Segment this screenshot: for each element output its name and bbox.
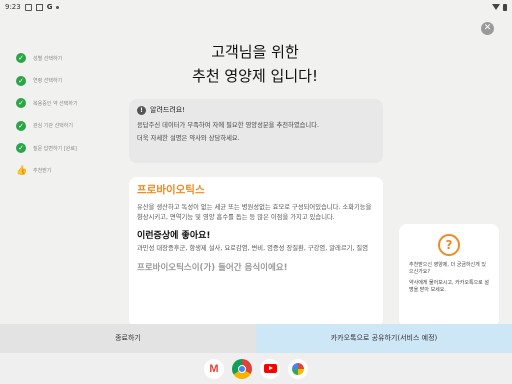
gmail-app[interactable]: M bbox=[204, 358, 224, 379]
gmail-icon: M bbox=[209, 362, 219, 375]
chrome-app[interactable] bbox=[232, 358, 252, 379]
close-icon: ✕ bbox=[483, 23, 492, 33]
step-label: 성별 선택하기 bbox=[33, 55, 63, 62]
question-icon: ? bbox=[438, 234, 460, 256]
supplement-name: 프로바이오틱스 bbox=[137, 184, 205, 196]
youtube-icon bbox=[263, 364, 277, 373]
alert-heading: 알려드려요! bbox=[150, 106, 186, 114]
alert-text-1: 응답주신 데이터가 부족하여 자에 필요한 영양성분을 추천하였습니다. bbox=[137, 122, 320, 129]
notification-icon bbox=[24, 3, 32, 11]
symptoms-text: 과민성 대장증후군, 항생제 설사, 요로감염, 변비, 염증성 장질환, 구강… bbox=[137, 245, 368, 252]
step-label: 추천받기 bbox=[33, 168, 52, 175]
check-icon: ✓ bbox=[16, 98, 26, 109]
supplement-description: 유산을 생산하고 독성이 없는 세균 또는 병원성없는 효모로 구성되어있습니다… bbox=[137, 204, 372, 221]
step-label: 관심 기관 선택하기 bbox=[33, 123, 73, 130]
step-label: 연령 선택하기 bbox=[33, 78, 63, 85]
photos-icon bbox=[292, 362, 304, 375]
step-medication: ✓ 복용중인 약 선택하기 bbox=[16, 92, 78, 115]
check-icon: ✓ bbox=[16, 75, 26, 86]
photos-app[interactable] bbox=[288, 358, 308, 379]
check-icon: ✓ bbox=[16, 120, 26, 131]
progress-steps: ✓ 성별 선택하기 ✓ 연령 선택하기 ✓ 복용중인 약 선택하기 ✓ 관심 기관 선택… bbox=[16, 47, 78, 182]
status-bar: 9:23 G bbox=[0, 0, 512, 14]
end-button[interactable]: 종료하기 bbox=[0, 324, 256, 353]
alert-box: ! 알려드려요! 응답주신 데이터가 부족하여 자에 필요한 영양성분을 추천하… bbox=[129, 99, 383, 163]
youtube-app[interactable] bbox=[260, 358, 280, 379]
step-recommend: 👍 추천받기 bbox=[16, 160, 78, 183]
chrome-icon bbox=[238, 364, 246, 373]
battery-icon bbox=[503, 3, 507, 11]
pharmacist-text-1: 추천받으신 영양제, 더 궁금하신게 있으신가요? bbox=[409, 262, 486, 275]
wifi-icon bbox=[492, 4, 500, 10]
kakao-share-button[interactable]: 카카오톡으로 공유하기(서비스 예정) bbox=[256, 324, 512, 353]
google-icon: G bbox=[46, 3, 53, 11]
symptoms-heading: 이런증상에 좋아요! bbox=[137, 231, 211, 241]
mail-icon bbox=[35, 3, 43, 11]
step-questions: ✓ 질문 답변하기 [완료] bbox=[16, 137, 78, 160]
page-title: 고객님을 위한 추천 영양제 입니다! bbox=[150, 40, 360, 88]
foods-heading: 프로바이오틱스이(가) 들어간 음식이에요! bbox=[137, 263, 288, 273]
thumbs-up-icon: 👍 bbox=[16, 165, 28, 176]
info-icon: ! bbox=[137, 105, 146, 115]
title-line-1: 고객님을 위한 bbox=[211, 43, 299, 61]
step-organ: ✓ 관심 기관 선택하기 bbox=[16, 115, 78, 138]
step-gender: ✓ 성별 선택하기 bbox=[16, 47, 78, 70]
step-age: ✓ 연령 선택하기 bbox=[16, 70, 78, 93]
more-dot-icon bbox=[56, 5, 60, 9]
title-line-2: 추천 영양제 입니다! bbox=[192, 67, 318, 85]
close-button[interactable]: ✕ bbox=[481, 22, 494, 35]
taskbar: M bbox=[0, 353, 512, 384]
step-label: 복용중인 약 선택하기 bbox=[33, 100, 78, 107]
pharmacist-card[interactable]: ? 추천받으신 영양제, 더 궁금하신게 있으신가요? 약사에게 물어보시고, … bbox=[399, 224, 499, 327]
step-label: 질문 답변하기 [완료] bbox=[33, 145, 77, 152]
check-icon: ✓ bbox=[16, 53, 26, 64]
pharmacist-text-2: 약사에게 물어보시고, 카카오톡으로 설명을 받아 보세요. bbox=[409, 280, 489, 293]
alert-text-2: 더욱 자세한 설명은 약사와 상담하세요. bbox=[137, 135, 240, 142]
check-icon: ✓ bbox=[16, 143, 26, 154]
supplement-card[interactable]: 프로바이오틱스 유산을 생산하고 독성이 없는 세균 또는 병원성없는 효모로 … bbox=[129, 177, 383, 327]
status-time: 9:23 bbox=[5, 3, 21, 11]
